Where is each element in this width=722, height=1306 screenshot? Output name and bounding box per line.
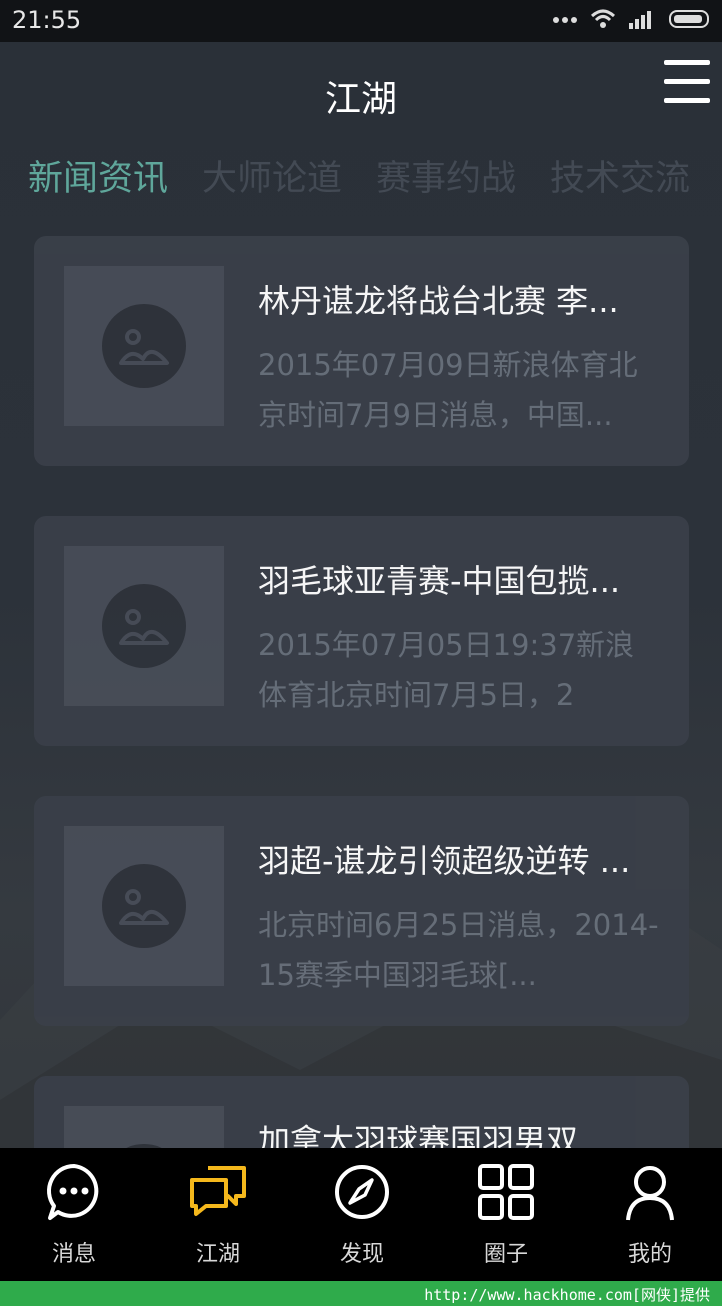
app-screen: 21:55 江湖 新闻资讯 大师论道 赛事约战 技术交流 林丹谌龙将战台北赛 李… [0,0,722,1306]
article-title: 羽毛球亚青赛-中国包揽... [258,562,621,600]
tab-master-talk[interactable]: 大师论道 [202,150,342,201]
signal-icon [629,11,651,29]
watermark-text: http://www.hackhome.com[网侠]提供 [424,1286,710,1304]
chat-bubble-icon [47,1164,99,1220]
nav-item-jianghu[interactable]: 江湖 [146,1148,290,1281]
watermark-bar: http://www.hackhome.com[网侠]提供 [0,1281,722,1306]
status-time: 21:55 [12,6,82,34]
chat-bubbles-icon [190,1166,246,1216]
nav-label: 江湖 [195,1242,240,1267]
wifi-icon [590,9,616,28]
status-icons [552,8,712,30]
tab-match-challenge[interactable]: 赛事约战 [376,150,516,201]
battery-icon [669,10,709,28]
category-tabs: 新闻资讯 大师论道 赛事约战 技术交流 [0,142,722,206]
article-card[interactable]: 林丹谌龙将战台北赛 李... 2015年07月09日新浪体育北京时间7月9日消息… [34,236,689,466]
article-title: 林丹谌龙将战台北赛 李... [258,282,619,320]
article-summary: 北京时间6月25日消息，2014-15赛季中国羽毛球[... [258,908,659,992]
image-placeholder-icon [102,304,186,388]
nav-label: 发现 [339,1242,384,1267]
article-thumbnail [64,266,224,426]
article-summary: 2015年07月09日新浪体育北京时间7月9日消息，中国... [258,348,638,432]
compass-icon [335,1165,389,1219]
title-bar: 江湖 [0,42,722,142]
article-card[interactable]: 羽超-谌龙引领超级逆转 ... 北京时间6月25日消息，2014-15赛季中国羽… [34,796,689,1026]
image-placeholder-icon [102,584,186,668]
dots-icon [553,17,577,23]
nav-item-discover[interactable]: 发现 [290,1148,434,1281]
nav-label: 消息 [51,1242,96,1267]
person-icon [626,1166,674,1221]
image-placeholder-icon [102,864,186,948]
article-thumbnail [64,546,224,706]
page-title: 江湖 [324,79,397,120]
nav-label: 我的 [627,1242,672,1267]
article-summary: 2015年07月05日19:37新浪体育北京时间7月5日，2 [258,628,635,712]
grid-icon [478,1164,534,1220]
bottom-nav: 消息 江湖 发现 圈子 我的 [0,1148,722,1281]
article-title: 羽超-谌龙引领超级逆转 ... [258,842,631,880]
status-bar: 21:55 [0,0,722,42]
article-card[interactable]: 羽毛球亚青赛-中国包揽... 2015年07月05日19:37新浪体育北京时间7… [34,516,689,746]
nav-label: 圈子 [483,1242,528,1267]
tab-news[interactable]: 新闻资讯 [28,150,168,201]
nav-item-mine[interactable]: 我的 [578,1148,722,1281]
nav-item-messages[interactable]: 消息 [2,1148,146,1281]
hamburger-menu-icon[interactable] [664,60,710,104]
tab-tech-exchange[interactable]: 技术交流 [550,150,690,201]
article-thumbnail [64,826,224,986]
nav-item-circles[interactable]: 圈子 [434,1148,578,1281]
